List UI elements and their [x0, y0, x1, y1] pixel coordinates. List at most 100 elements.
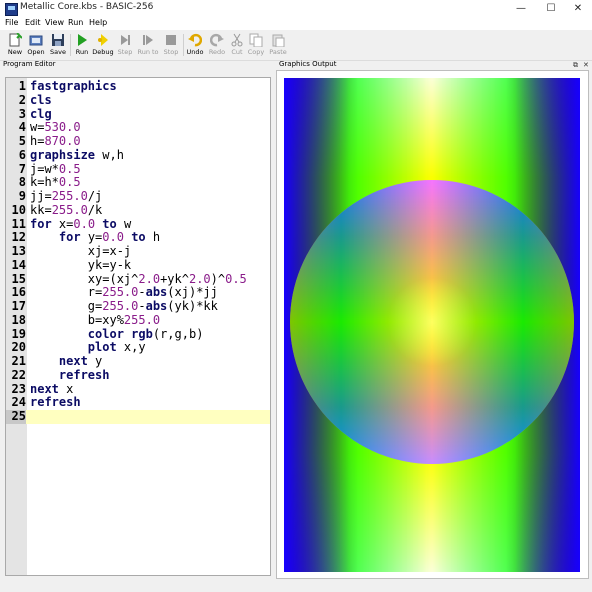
code-text: graphsize w,h [30, 147, 124, 162]
minimize-button[interactable]: — [507, 0, 535, 17]
code-area[interactable]: 1 fastgraphics 2 cls 3 clg 4 w=530.0 5 h=870.0 6 gr… [6, 79, 270, 424]
line-number: 8 [6, 175, 26, 190]
stop-icon [164, 33, 178, 47]
run-button[interactable]: Run [71, 32, 93, 59]
close-button[interactable]: ✕ [564, 0, 592, 17]
current-code-line[interactable]: 25 [6, 409, 270, 424]
code-line[interactable]: 8 k=h*0.5 [6, 175, 270, 190]
new-file-icon [8, 32, 23, 47]
menu-bar: File Edit View Run Help [0, 17, 592, 30]
code-line[interactable]: 13 xj=x-j [6, 244, 270, 259]
window-title: Metallic Core.kbs - BASIC-256 [20, 2, 154, 12]
copy-button[interactable]: Copy [245, 32, 267, 59]
graphics-canvas [284, 78, 580, 572]
paste-button[interactable]: Paste [267, 32, 289, 59]
code-text: color rgb(r,g,b) [87, 326, 204, 341]
stop-button[interactable]: Stop [160, 32, 182, 59]
code-line[interactable]: 5 h=870.0 [6, 134, 270, 149]
code-line[interactable]: 12 for y=0.0 to h [6, 230, 270, 245]
code-text: yk=y-k [30, 257, 132, 272]
code-text: j=w*0.5 [30, 161, 81, 176]
code-line[interactable]: 11 for x=0.0 to w [6, 216, 270, 232]
paste-icon [271, 33, 285, 48]
line-number: 13 [6, 244, 26, 259]
cut-scissors-icon [230, 33, 244, 47]
code-text: plot x,y [87, 340, 146, 355]
line-number: 20 [6, 340, 26, 355]
line-number: 9 [6, 189, 26, 204]
code-text: g=255.0-abs(yk)*kk [30, 299, 218, 313]
code-line[interactable]: 2 cls [6, 92, 270, 108]
maximize-button[interactable]: ☐ [537, 0, 565, 17]
save-button[interactable]: Save [47, 32, 69, 59]
open-folder-icon [29, 33, 43, 47]
run-to-icon [141, 33, 155, 47]
code-text: refresh [58, 367, 110, 382]
code-text: k=h*0.5 [30, 175, 81, 190]
line-number: 4 [6, 120, 26, 135]
line-number: 21 [6, 354, 26, 369]
code-text: fastgraphics [30, 79, 117, 93]
program-editor[interactable]: 1 fastgraphics 2 cls 3 clg 4 w=530.0 5 h=870.0 6 gr… [5, 77, 271, 576]
save-disk-icon [51, 33, 65, 47]
code-text: w=530.0 [30, 120, 81, 135]
line-number: 25 [6, 409, 26, 424]
code-line[interactable]: 20 plot x,y [6, 340, 270, 355]
restore-panel-icon[interactable]: ⧉ [573, 61, 578, 70]
code-line[interactable]: 9 jj=255.0/j [6, 189, 270, 204]
code-text: xj=x-j [30, 244, 132, 258]
debug-button[interactable]: Debug [92, 32, 114, 59]
menu-help[interactable]: Help [89, 18, 107, 27]
line-number: 12 [6, 230, 26, 245]
line-number: 22 [6, 368, 26, 383]
code-text: next y [58, 354, 103, 368]
menu-file[interactable]: File [5, 18, 18, 27]
copy-icon [249, 33, 263, 48]
program-editor-title: Program Editor [3, 60, 56, 68]
title-bar: Metallic Core.kbs - BASIC-256 — ☐ ✕ [0, 0, 592, 18]
code-line[interactable]: 6 graphsize w,h [6, 147, 270, 163]
close-panel-icon[interactable]: ✕ [583, 61, 589, 69]
line-number: 2 [6, 93, 26, 108]
line-number: 16 [6, 285, 26, 300]
app-icon [5, 3, 18, 16]
code-line[interactable]: 19 color rgb(r,g,b) [6, 326, 270, 342]
code-line[interactable]: 22 refresh [6, 367, 270, 383]
code-line[interactable]: 14 yk=y-k [6, 257, 270, 273]
code-line[interactable]: 3 clg [6, 106, 270, 122]
menu-view[interactable]: View [45, 18, 64, 27]
code-line[interactable]: 4 w=530.0 [6, 120, 270, 135]
line-number: 10 [6, 203, 26, 218]
line-number: 19 [6, 327, 26, 342]
code-line[interactable]: 18 b=xy%255.0 [6, 313, 270, 328]
undo-icon [188, 33, 203, 47]
code-line[interactable]: 24 refresh [6, 395, 270, 410]
code-line[interactable]: 7 j=w*0.5 [6, 161, 270, 177]
code-text: cls [30, 92, 52, 107]
code-line[interactable]: 21 next y [6, 354, 270, 369]
undo-button[interactable]: Undo [184, 32, 206, 59]
menu-run[interactable]: Run [68, 18, 83, 27]
code-text: refresh [30, 395, 81, 410]
graphics-output-title: Graphics Output [279, 60, 337, 68]
redo-icon [209, 33, 224, 47]
code-line[interactable]: 16 r=255.0-abs(xj)*jj [6, 285, 270, 300]
step-button[interactable]: Step [114, 32, 136, 59]
debug-bug-icon [96, 33, 110, 47]
open-button[interactable]: Open [25, 32, 47, 59]
new-button[interactable]: New [4, 32, 26, 59]
run-to-button[interactable]: Run to [137, 32, 159, 59]
code-line[interactable]: 15 xy=(xj^2.0+yk^2.0)^0.5 [6, 272, 270, 287]
line-number: 6 [6, 148, 26, 163]
line-number: 17 [6, 299, 26, 314]
code-line[interactable]: 17 g=255.0-abs(yk)*kk [6, 299, 270, 314]
redo-button[interactable]: Redo [206, 32, 228, 59]
code-line[interactable]: 23 next x [6, 382, 270, 397]
code-line[interactable]: 10 kk=255.0/k [6, 203, 270, 218]
code-text: for x=0.0 to w [30, 216, 132, 231]
menu-edit[interactable]: Edit [25, 18, 41, 27]
code-line[interactable]: 1 fastgraphics [6, 79, 270, 94]
code-text: h=870.0 [30, 134, 81, 148]
line-number: 3 [6, 107, 26, 122]
code-text: clg [30, 106, 52, 121]
